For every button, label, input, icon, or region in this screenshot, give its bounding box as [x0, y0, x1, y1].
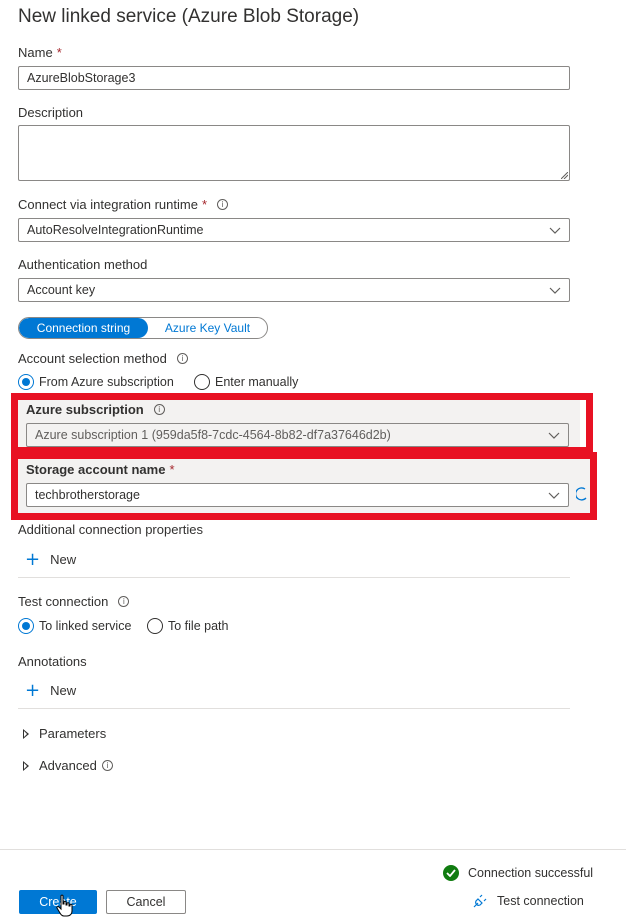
runtime-label-text: Connect via integration runtime	[18, 197, 198, 212]
radio-to-file-path[interactable]: To file path	[147, 618, 228, 634]
advanced-label: Advanced	[39, 758, 97, 773]
divider	[18, 577, 570, 578]
name-label-text: Name	[18, 45, 53, 60]
add-new-label: New	[50, 683, 77, 698]
runtime-dropdown[interactable]: AutoResolveIntegrationRuntime	[18, 218, 570, 242]
highlight-box-storage	[11, 452, 597, 520]
name-input[interactable]: AzureBlobStorage3	[18, 66, 570, 90]
connection-status: Connection successful	[443, 865, 593, 881]
auth-dropdown[interactable]: Account key	[18, 278, 570, 302]
plus-icon: +	[25, 679, 41, 701]
info-icon[interactable]: i	[118, 596, 130, 607]
radio-label: Enter manually	[215, 375, 299, 389]
account-selection-label-text: Account selection method	[18, 351, 167, 366]
radio-unselected-icon	[147, 618, 163, 634]
radio-label: To linked service	[39, 619, 132, 633]
connection-string-option[interactable]: Connection string	[19, 318, 148, 338]
chevron-right-icon	[23, 728, 29, 739]
test-connection-label-text: Test connection	[18, 594, 109, 609]
radio-selected-icon	[18, 374, 34, 390]
required-marker: *	[56, 45, 62, 60]
connection-type-toggle: Connection string Azure Key Vault	[18, 317, 268, 339]
advanced-expander[interactable]: Advanced i	[23, 758, 113, 773]
radio-to-linked-service[interactable]: To linked service	[18, 618, 131, 634]
hand-cursor-icon	[56, 894, 73, 917]
description-textarea[interactable]	[18, 125, 570, 181]
highlight-box-subscription	[11, 393, 593, 454]
test-connection-button[interactable]: Test connection	[472, 893, 584, 909]
parameters-label: Parameters	[39, 726, 107, 741]
runtime-dropdown-value: AutoResolveIntegrationRuntime	[27, 223, 204, 237]
description-label: Description	[18, 105, 84, 120]
chevron-right-icon	[23, 760, 29, 771]
plug-icon	[473, 894, 487, 908]
add-new-label: New	[50, 552, 77, 567]
cancel-button[interactable]: Cancel	[106, 890, 186, 914]
plus-icon: +	[25, 548, 41, 570]
auth-dropdown-value: Account key	[27, 283, 96, 297]
info-icon[interactable]: i	[176, 353, 188, 364]
radio-enter-manually[interactable]: Enter manually	[194, 374, 298, 390]
radio-label: To file path	[168, 619, 229, 633]
account-selection-label: Account selection method i	[18, 351, 188, 366]
auth-label: Authentication method	[18, 257, 148, 272]
resize-handle-icon[interactable]	[561, 172, 568, 179]
additional-properties-label: Additional connection properties	[18, 522, 204, 537]
annotations-label: Annotations	[18, 654, 87, 669]
runtime-label: Connect via integration runtime * i	[18, 197, 228, 212]
checkmark-icon	[443, 865, 459, 881]
info-icon[interactable]: i	[217, 199, 228, 210]
connection-status-text: Connection successful	[468, 866, 594, 880]
chevron-down-icon	[549, 287, 561, 294]
radio-label: From Azure subscription	[39, 375, 174, 389]
key-vault-option[interactable]: Azure Key Vault	[148, 318, 267, 338]
required-marker: *	[201, 197, 207, 212]
footer-divider	[0, 849, 626, 850]
info-icon[interactable]: i	[101, 760, 113, 771]
name-input-value: AzureBlobStorage3	[27, 71, 136, 85]
test-connection-label: Test connection i	[18, 594, 130, 609]
test-connection-label: Test connection	[497, 894, 584, 908]
radio-from-subscription[interactable]: From Azure subscription	[18, 374, 174, 390]
name-label: Name *	[18, 45, 62, 60]
radio-unselected-icon	[194, 374, 210, 390]
chevron-down-icon	[549, 227, 561, 234]
add-annotation-button[interactable]: + New	[25, 679, 77, 701]
radio-selected-icon	[18, 618, 34, 634]
divider	[18, 708, 570, 709]
parameters-expander[interactable]: Parameters	[23, 726, 106, 741]
panel-title: New linked service (Azure Blob Storage)	[18, 6, 360, 27]
add-connection-property-button[interactable]: + New	[25, 548, 77, 570]
